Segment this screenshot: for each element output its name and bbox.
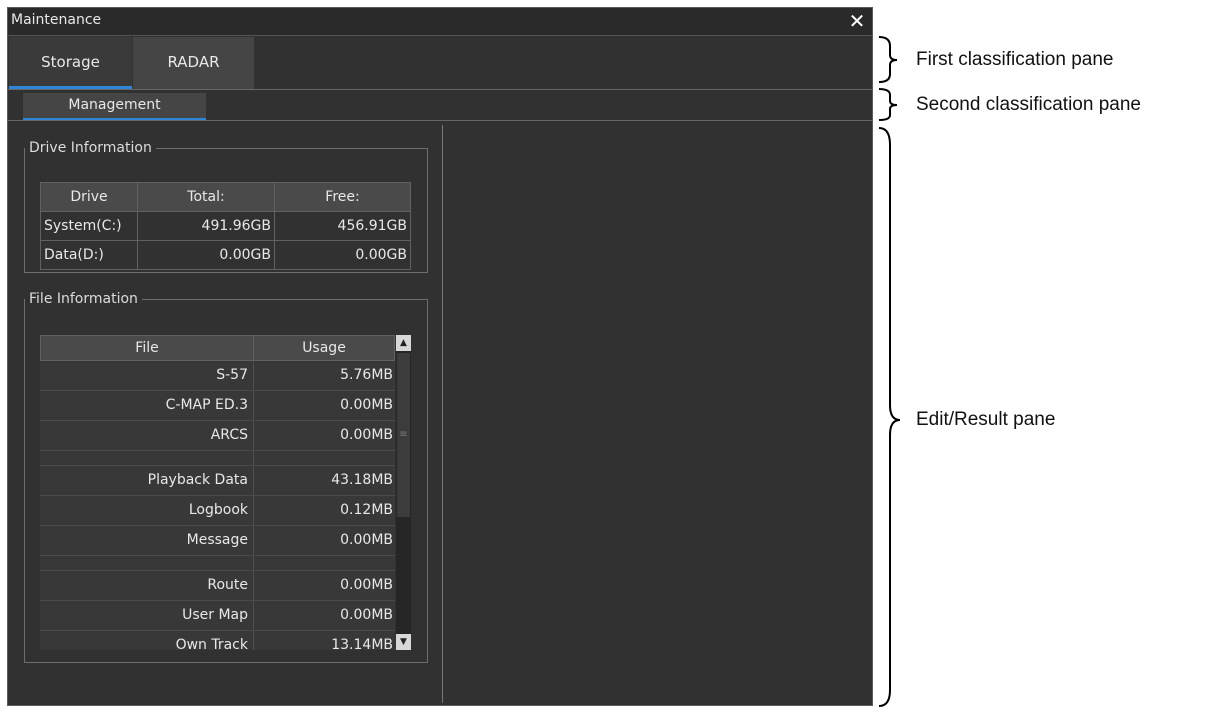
table-row[interactable]: S-57 5.76MB [40,361,395,391]
tab-radar[interactable]: RADAR [133,37,254,89]
drive-total: 491.96GB [137,211,275,241]
file-name: Route [40,571,254,600]
file-name: S-57 [40,361,254,390]
table-row-separator [40,451,395,466]
drive-free: 456.91GB [274,211,411,241]
table-row[interactable]: User Map 0.00MB [40,601,395,631]
drive-free: 0.00GB [274,240,411,270]
file-table-body: S-57 5.76MB C-MAP ED.3 0.00MB ARCS 0.00M… [40,361,395,650]
file-usage: 0.00MB [340,607,393,623]
table-row[interactable]: Message 0.00MB [40,526,395,556]
file-name: ARCS [40,421,254,450]
file-name: Playback Data [40,466,254,495]
file-usage: 5.76MB [340,367,393,383]
file-usage: 13.14MB [331,637,393,650]
title-bar: Maintenance ✕ [8,8,872,36]
tab-management-label: Management [68,97,161,113]
table-row[interactable]: C-MAP ED.3 0.00MB [40,391,395,421]
drive-name: Data(D:) [40,240,138,270]
file-information-group: File Information File Usage S-57 5.76MB … [24,291,428,663]
file-usage [254,451,395,465]
annotation-edit-pane: Edit/Result pane [916,409,1056,430]
table-row-separator [40,556,395,571]
table-row[interactable]: Logbook 0.12MB [40,496,395,526]
close-icon[interactable]: ✕ [846,9,868,33]
table-header-row: Drive Total: Free: [40,182,411,212]
file-usage: 0.00MB [340,532,393,548]
maintenance-window: Maintenance ✕ Storage RADAR Management D… [7,7,873,706]
file-name: Logbook [40,496,254,525]
grip-icon[interactable]: ≡ [397,353,410,517]
file-name [40,451,254,465]
file-list-view: File Usage S-57 5.76MB C-MAP ED.3 0.00MB… [40,335,412,650]
tab-storage[interactable]: Storage [9,37,132,89]
file-name: Own Track [40,631,254,650]
tab-radar-label: RADAR [167,53,220,71]
arrow-up-icon[interactable]: ▲ [396,335,411,351]
annotation-first-pane: First classification pane [916,49,1114,70]
table-row[interactable]: Own Track 13.14MB [40,631,395,650]
edit-pane-brace [878,127,901,707]
table-row[interactable]: Data(D:) 0.00GB 0.00GB [40,240,411,270]
window-title: Maintenance [11,12,102,28]
file-usage: 0.12MB [340,502,393,518]
annotation-second-pane: Second classification pane [916,94,1141,115]
table-row[interactable]: ARCS 0.00MB [40,421,395,451]
second-classification-pane: Management [8,91,872,121]
second-pane-brace [878,88,898,121]
tab-management[interactable]: Management [23,93,206,120]
column-header-file: File [40,335,254,361]
drive-table: Drive Total: Free: System(C:) 491.96GB 4… [40,182,411,270]
tab-storage-label: Storage [41,53,100,71]
file-list-scrollbar[interactable]: ▲ ≡ ▼ [396,335,411,650]
table-row[interactable]: System(C:) 491.96GB 456.91GB [40,211,411,241]
file-table-header: File Usage [40,335,395,361]
file-usage: 0.00MB [340,397,393,413]
file-usage [254,556,395,570]
file-name: C-MAP ED.3 [40,391,254,420]
column-header-drive: Drive [40,182,138,212]
first-pane-brace [878,36,898,83]
pane-divider [442,125,443,703]
arrow-down-icon[interactable]: ▼ [396,634,411,650]
column-header-total: Total: [137,182,275,212]
drive-total: 0.00GB [137,240,275,270]
table-row[interactable]: Playback Data 43.18MB [40,466,395,496]
file-usage: 0.00MB [340,577,393,593]
drive-information-group: Drive Information Drive Total: Free: Sys… [24,140,428,273]
file-usage: 43.18MB [331,472,393,488]
column-header-usage: Usage [253,335,395,361]
file-name: User Map [40,601,254,630]
drive-information-title: Drive Information [29,140,152,156]
first-classification-pane: Storage RADAR [8,36,872,90]
file-information-title: File Information [29,291,138,307]
file-usage: 0.00MB [340,427,393,443]
drive-name: System(C:) [40,211,138,241]
table-row[interactable]: Route 0.00MB [40,571,395,601]
column-header-free: Free: [274,182,411,212]
file-name [40,556,254,570]
file-name: Message [40,526,254,555]
